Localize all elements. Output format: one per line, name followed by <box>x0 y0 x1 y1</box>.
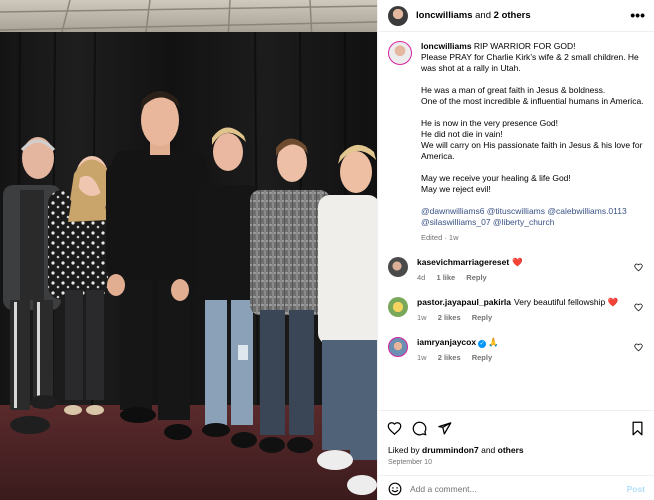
reply-button[interactable]: Reply <box>472 313 492 322</box>
verified-badge-icon: ✓ <box>478 340 487 348</box>
caption-username[interactable]: loncwilliams <box>421 41 472 51</box>
person-6 <box>317 144 377 495</box>
caption-line-3: He is now in the very presence God! He d… <box>421 118 643 161</box>
comment-text: 🙏 <box>488 337 499 347</box>
comment-input[interactable] <box>410 483 627 494</box>
author-username[interactable]: loncwilliams <box>416 10 473 21</box>
comment-bubble-icon[interactable] <box>412 421 427 436</box>
caption-block: loncwilliams RIP WARRIOR FOR GOD! Please… <box>388 41 645 243</box>
comment-username[interactable]: kasevichmarriagereset <box>417 257 509 267</box>
caption-text: loncwilliams RIP WARRIOR FOR GOD! Please… <box>421 41 645 243</box>
edited-label: Edited · 1w <box>421 233 459 242</box>
commenter-avatar[interactable] <box>388 337 408 357</box>
comment-likes[interactable]: 2 likes <box>438 313 461 322</box>
coauthors-link[interactable]: 2 others <box>494 10 531 21</box>
post-date[interactable]: September 10 <box>388 459 432 466</box>
instagram-post: loncwilliams and 2 others ••• loncwillia… <box>0 0 654 500</box>
share-send-icon[interactable] <box>437 421 452 436</box>
comment-item: pastor.jayapaul_pakirla Very beautiful fe… <box>388 297 645 323</box>
caption-line-4: May we receive your healing & life God! … <box>421 173 571 194</box>
comment-text: Very beautiful fellowship ❤️ <box>514 297 619 307</box>
group-photo-illustration <box>0 0 377 500</box>
post-header: loncwilliams and 2 others ••• <box>378 0 654 32</box>
comment-item: kasevichmarriagereset ❤️ 4d 1 like Reply <box>388 257 645 283</box>
likes-user-link[interactable]: drummindon7 <box>422 445 479 455</box>
comment-time[interactable]: 1w <box>417 313 427 322</box>
likes-summary: Liked by drummindon7 and others <box>388 445 524 455</box>
comment-like-heart-icon[interactable] <box>634 343 643 352</box>
add-comment-bar: Post <box>378 475 654 500</box>
post-comment-button[interactable]: Post <box>627 484 645 494</box>
comment-item: iamryanjaycox ✓ 🙏 1w 2 likes Reply <box>388 337 645 363</box>
emoji-smiley-icon[interactable] <box>388 482 402 496</box>
reply-button[interactable]: Reply <box>466 273 486 282</box>
author-joiner: and <box>475 10 491 21</box>
caption-avatar[interactable] <box>388 41 412 65</box>
comment-username[interactable]: iamryanjaycox <box>417 337 476 347</box>
like-heart-icon[interactable] <box>387 421 402 436</box>
post-side-panel: loncwilliams and 2 others ••• loncwillia… <box>377 0 654 500</box>
caption-tags[interactable]: @dawnwilliams6 @tituscwilliams @calebwil… <box>421 206 627 227</box>
comment-username[interactable]: pastor.jayapaul_pakirla <box>417 297 511 307</box>
more-options-icon[interactable]: ••• <box>630 8 645 22</box>
likes-joiner: and <box>481 445 496 455</box>
comment-like-heart-icon[interactable] <box>634 263 643 272</box>
commenter-avatar[interactable] <box>388 297 408 317</box>
comment-text: ❤️ <box>512 257 523 267</box>
comment-likes[interactable]: 1 like <box>436 273 455 282</box>
author-avatar[interactable] <box>388 5 408 26</box>
save-bookmark-icon[interactable] <box>630 421 645 436</box>
caption-line-2: He was a man of great faith in Jesus & b… <box>421 85 644 106</box>
comment-like-heart-icon[interactable] <box>634 303 643 312</box>
likes-others-link[interactable]: others <box>498 445 524 455</box>
post-actions: Liked by drummindon7 and others Septembe… <box>378 410 654 500</box>
author-line: loncwilliams and 2 others <box>416 10 531 21</box>
comments-scroll-area[interactable]: loncwilliams RIP WARRIOR FOR GOD! Please… <box>378 33 654 410</box>
commenter-avatar[interactable] <box>388 257 408 277</box>
post-photo[interactable] <box>0 0 377 500</box>
comment-time[interactable]: 1w <box>417 353 427 362</box>
reply-button[interactable]: Reply <box>472 353 492 362</box>
likes-prefix: Liked by <box>388 445 420 455</box>
comment-likes[interactable]: 2 likes <box>438 353 461 362</box>
comment-time[interactable]: 4d <box>417 273 425 282</box>
